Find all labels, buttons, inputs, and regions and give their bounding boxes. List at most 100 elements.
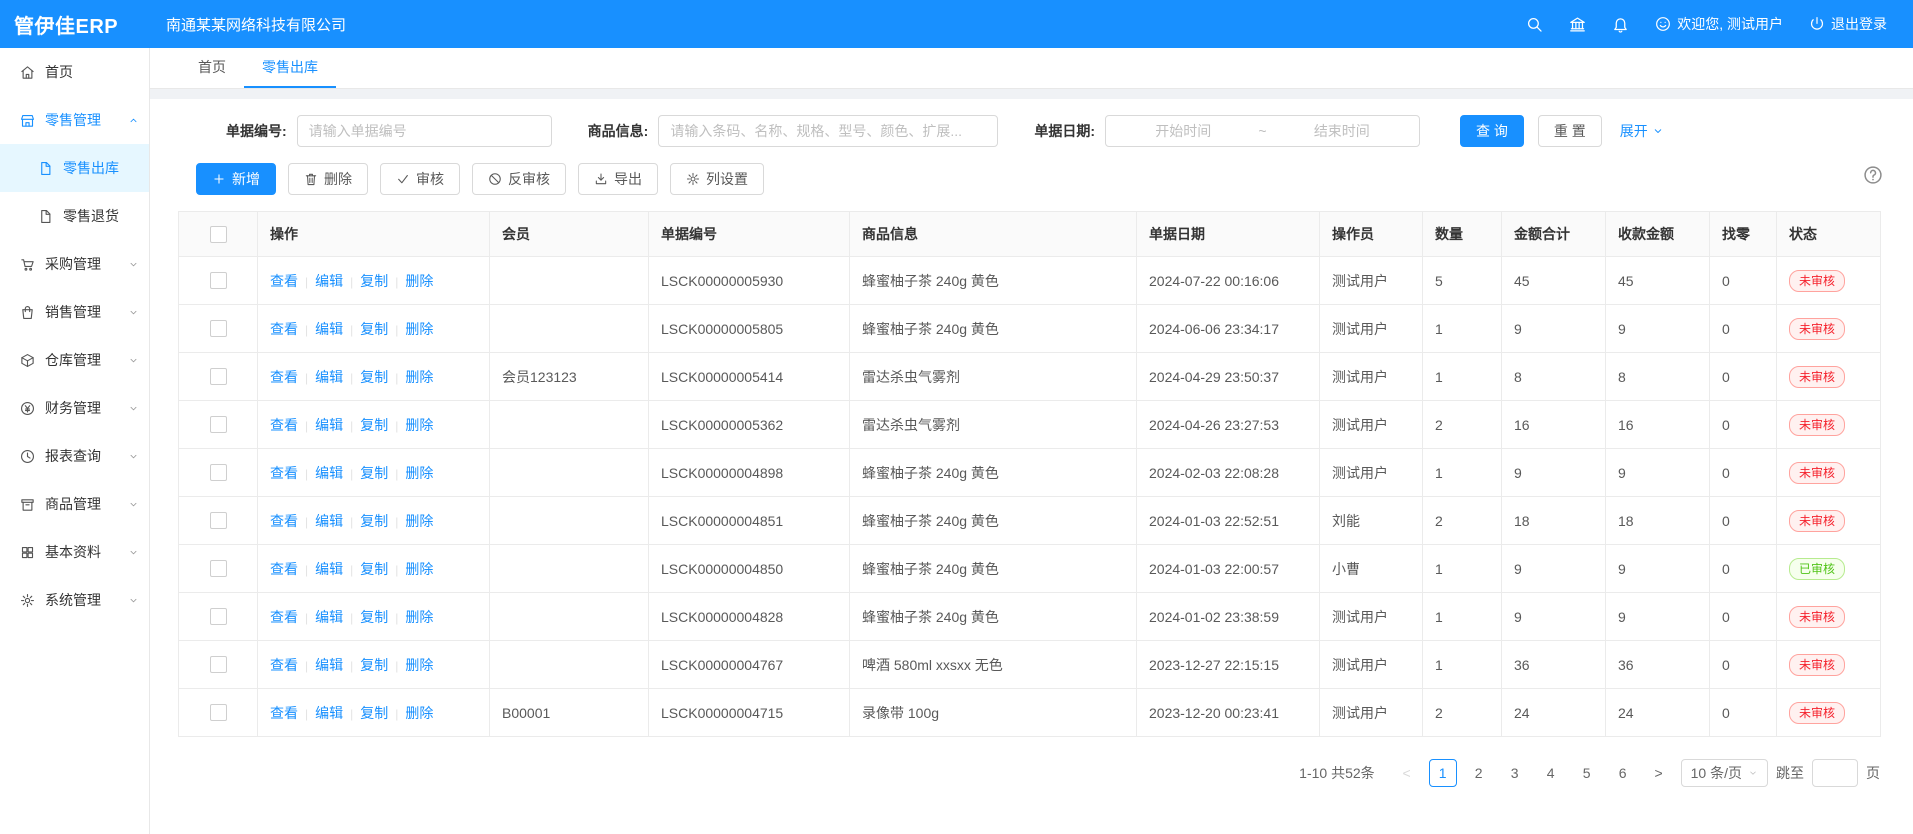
view-link[interactable]: 查看 (270, 657, 298, 673)
copy-link[interactable]: 复制 (360, 369, 388, 385)
delete-button[interactable]: 删除 (288, 163, 368, 195)
sidebar-item-purchase[interactable]: 采购管理 (0, 240, 149, 288)
copy-link[interactable]: 复制 (360, 513, 388, 529)
edit-link[interactable]: 编辑 (315, 609, 343, 625)
edit-link[interactable]: 编辑 (315, 513, 343, 529)
row-checkbox[interactable] (210, 368, 227, 385)
page-3-button[interactable]: 3 (1501, 759, 1529, 787)
reset-button[interactable]: 重 置 (1538, 115, 1602, 147)
export-button[interactable]: 导出 (578, 163, 658, 195)
edit-link[interactable]: 编辑 (315, 417, 343, 433)
view-link[interactable]: 查看 (270, 561, 298, 577)
delete-link[interactable]: 删除 (405, 321, 433, 337)
bank-icon[interactable] (1569, 16, 1586, 33)
delete-link[interactable]: 删除 (405, 561, 433, 577)
search-icon[interactable] (1526, 16, 1543, 33)
row-checkbox[interactable] (210, 704, 227, 721)
table-row: 查看|编辑|复制|删除LSCK00000004850蜂蜜柚子茶 240g 黄色2… (179, 545, 1881, 593)
copy-link[interactable]: 复制 (360, 417, 388, 433)
row-checkbox[interactable] (210, 320, 227, 337)
page-size-select[interactable]: 10 条/页 (1681, 759, 1768, 787)
delete-link[interactable]: 删除 (405, 465, 433, 481)
page-1-button[interactable]: 1 (1429, 759, 1457, 787)
sidebar-item-goods[interactable]: 商品管理 (0, 480, 149, 528)
select-all-checkbox[interactable] (210, 226, 227, 243)
view-link[interactable]: 查看 (270, 417, 298, 433)
received-cell: 18 (1606, 497, 1710, 545)
edit-link[interactable]: 编辑 (315, 321, 343, 337)
row-checkbox[interactable] (210, 464, 227, 481)
date-cell: 2024-01-03 22:00:57 (1137, 545, 1320, 593)
delete-link[interactable]: 删除 (405, 513, 433, 529)
page-5-button[interactable]: 5 (1573, 759, 1601, 787)
gear-icon (686, 172, 700, 186)
sidebar-item-sales[interactable]: 销售管理 (0, 288, 149, 336)
copy-link[interactable]: 复制 (360, 273, 388, 289)
date-end-input[interactable] (1273, 122, 1411, 140)
jump-input[interactable] (1812, 759, 1858, 787)
column-settings-button[interactable]: 列设置 (670, 163, 764, 195)
edit-link[interactable]: 编辑 (315, 465, 343, 481)
sidebar-item-finance[interactable]: 财务管理 (0, 384, 149, 432)
date-start-input[interactable] (1114, 122, 1252, 140)
sidebar-item-reports[interactable]: 报表查询 (0, 432, 149, 480)
sidebar-item-home[interactable]: 首页 (0, 48, 149, 96)
sidebar-item-retail-return[interactable]: 零售退货 (0, 192, 149, 240)
help-icon[interactable] (1863, 165, 1883, 185)
sidebar-item-basic-data[interactable]: 基本资料 (0, 528, 149, 576)
copy-link[interactable]: 复制 (360, 657, 388, 673)
view-link[interactable]: 查看 (270, 513, 298, 529)
audit-button[interactable]: 审核 (380, 163, 460, 195)
add-button[interactable]: 新增 (196, 163, 276, 195)
page-4-button[interactable]: 4 (1537, 759, 1565, 787)
action-separator: | (350, 611, 353, 625)
edit-link[interactable]: 编辑 (315, 657, 343, 673)
copy-link[interactable]: 复制 (360, 465, 388, 481)
row-checkbox[interactable] (210, 560, 227, 577)
edit-link[interactable]: 编辑 (315, 273, 343, 289)
welcome-user[interactable]: 欢迎您, 测试用户 (1655, 14, 1783, 34)
bill-no-input[interactable] (297, 115, 552, 147)
tab-home[interactable]: 首页 (180, 48, 244, 88)
delete-link[interactable]: 删除 (405, 273, 433, 289)
prev-page-button[interactable]: < (1393, 759, 1421, 787)
view-link[interactable]: 查看 (270, 321, 298, 337)
search-button[interactable]: 查 询 (1460, 115, 1524, 147)
sidebar-item-system[interactable]: 系统管理 (0, 576, 149, 624)
expand-link[interactable]: 展开 (1620, 121, 1664, 141)
row-checkbox[interactable] (210, 272, 227, 289)
edit-link[interactable]: 编辑 (315, 705, 343, 721)
bell-icon[interactable] (1612, 16, 1629, 33)
unaudit-button[interactable]: 反审核 (472, 163, 566, 195)
product-input[interactable] (658, 115, 998, 147)
delete-link[interactable]: 删除 (405, 705, 433, 721)
sidebar-item-warehouse[interactable]: 仓库管理 (0, 336, 149, 384)
sidebar-item-retail-outbound[interactable]: 零售出库 (0, 144, 149, 192)
row-checkbox[interactable] (210, 416, 227, 433)
date-range-picker[interactable]: ~ (1105, 115, 1420, 147)
logout-button[interactable]: 退出登录 (1809, 14, 1887, 34)
delete-link[interactable]: 删除 (405, 657, 433, 673)
edit-link[interactable]: 编辑 (315, 369, 343, 385)
page-6-button[interactable]: 6 (1609, 759, 1637, 787)
next-page-button[interactable]: > (1645, 759, 1673, 787)
copy-link[interactable]: 复制 (360, 321, 388, 337)
row-checkbox[interactable] (210, 512, 227, 529)
view-link[interactable]: 查看 (270, 369, 298, 385)
tab-retail-outbound[interactable]: 零售出库 (244, 48, 336, 88)
view-link[interactable]: 查看 (270, 705, 298, 721)
delete-link[interactable]: 删除 (405, 609, 433, 625)
sidebar-item-retail[interactable]: 零售管理 (0, 96, 149, 144)
row-checkbox[interactable] (210, 608, 227, 625)
page-2-button[interactable]: 2 (1465, 759, 1493, 787)
delete-link[interactable]: 删除 (405, 369, 433, 385)
delete-link[interactable]: 删除 (405, 417, 433, 433)
view-link[interactable]: 查看 (270, 465, 298, 481)
edit-link[interactable]: 编辑 (315, 561, 343, 577)
view-link[interactable]: 查看 (270, 609, 298, 625)
row-checkbox[interactable] (210, 656, 227, 673)
view-link[interactable]: 查看 (270, 273, 298, 289)
copy-link[interactable]: 复制 (360, 609, 388, 625)
copy-link[interactable]: 复制 (360, 705, 388, 721)
copy-link[interactable]: 复制 (360, 561, 388, 577)
